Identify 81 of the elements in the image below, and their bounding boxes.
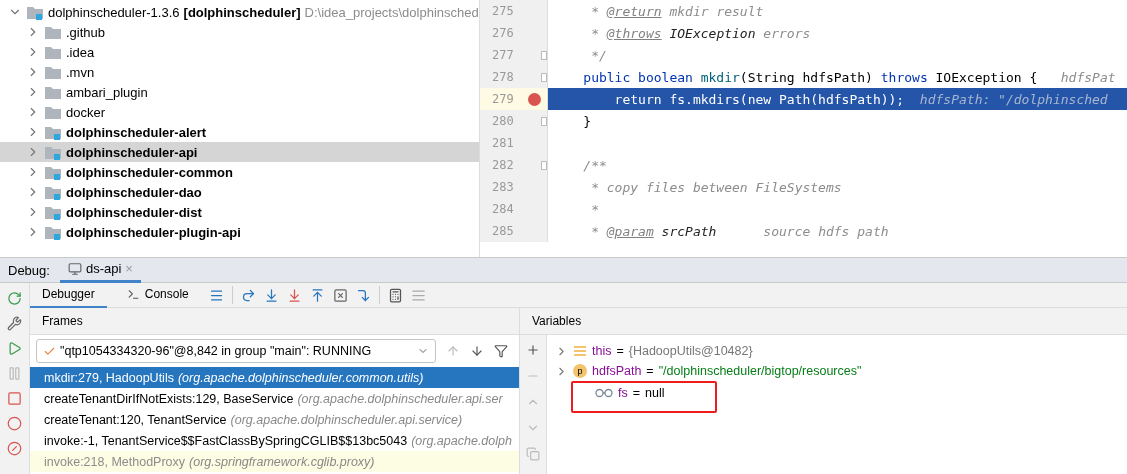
- fold-marker-icon[interactable]: [541, 50, 547, 60]
- debug-label: Debug:: [8, 262, 50, 278]
- filter-icon[interactable]: [494, 344, 508, 358]
- line-number: 280: [492, 114, 514, 128]
- code-line: * @param srcPath source hdfs path: [590, 222, 890, 241]
- tree-item[interactable]: dolphinscheduler-dist: [0, 202, 479, 222]
- breakpoint-icon[interactable]: [528, 92, 541, 106]
- variable-row[interactable]: this = {HadoopUtils@10482}: [551, 341, 753, 361]
- folder-icon: [44, 104, 62, 120]
- code-line: public boolean mkdir(String hdfsPath) throws IOException { hdfsPat: [582, 68, 1117, 87]
- session-icon: [67, 261, 82, 276]
- tree-item[interactable]: dolphinscheduler-alert: [0, 122, 479, 142]
- debugger-tab[interactable]: Console: [114, 282, 201, 308]
- thread-dropdown[interactable]: "qtp1054334320-96"@8,842 in group "main": RUNNING: [36, 339, 436, 363]
- module-folder-icon: [44, 164, 62, 180]
- tree-item[interactable]: dolphinscheduler-common: [0, 162, 479, 182]
- line-number: 277: [492, 48, 514, 62]
- calculator-icon[interactable]: [387, 287, 403, 303]
- folder-icon: [44, 84, 62, 100]
- code-line: }: [582, 112, 593, 131]
- trace-icon[interactable]: [410, 287, 426, 303]
- line-number: 281: [492, 136, 515, 150]
- project-name[interactable]: dolphinscheduler-1.3.6: [48, 4, 180, 20]
- line-number: 278: [492, 70, 514, 84]
- tree-item[interactable]: dolphinscheduler-dao: [0, 182, 479, 202]
- stack-frame[interactable]: invoke:218, MethodProxy (org.springframework.cglib.proxy): [30, 451, 519, 472]
- line-number: 279: [492, 92, 515, 106]
- module-folder-icon: [44, 144, 62, 160]
- run-to-cursor-icon[interactable]: [355, 287, 371, 303]
- code-line: * @throws IOException errors: [590, 24, 812, 43]
- tree-item[interactable]: .github: [0, 22, 479, 42]
- folder-icon: [44, 24, 62, 40]
- tree-item[interactable]: docker: [0, 102, 479, 122]
- folder-icon: [44, 64, 62, 80]
- code-line: */: [590, 46, 608, 65]
- fields-icon: [573, 344, 587, 358]
- stack-frame[interactable]: mkdir:279, HadoopUtils (org.apache.dolphinscheduler.common.utils): [30, 367, 519, 388]
- tree-item[interactable]: .idea: [0, 42, 479, 62]
- line-number: 275: [492, 4, 515, 18]
- resume-icon[interactable]: [7, 341, 22, 356]
- module-folder-icon: [44, 224, 62, 240]
- console-icon: [126, 287, 140, 301]
- line-number: 282: [492, 158, 514, 172]
- variable-row[interactable]: p hdfsPath = "/dolphinscheduler/bigtop/resources": [551, 361, 862, 381]
- variable-row[interactable]: fs = null: [573, 383, 665, 403]
- step-over-icon[interactable]: [240, 287, 256, 303]
- tree-item[interactable]: dolphinscheduler-plugin-api: [0, 222, 479, 242]
- fold-marker-icon[interactable]: [541, 116, 547, 126]
- fold-marker-icon[interactable]: [541, 72, 547, 82]
- line-number: 285: [492, 224, 515, 238]
- line-number: 284: [492, 202, 515, 216]
- variables-header: Variables: [520, 308, 1127, 335]
- parameter-icon: p: [573, 364, 587, 378]
- tree-item[interactable]: dolphinscheduler-api: [0, 142, 479, 162]
- glasses-icon: [595, 388, 613, 398]
- module-folder-icon: [44, 124, 62, 140]
- breakpoints-icon[interactable]: [7, 416, 22, 431]
- frames-header: Frames: [30, 308, 519, 335]
- fold-marker-icon[interactable]: [541, 160, 547, 170]
- module-folder-icon: [26, 4, 44, 20]
- tree-item[interactable]: ambari_plugin: [0, 82, 479, 102]
- add-icon[interactable]: [526, 343, 540, 357]
- line-number: 276: [492, 26, 515, 40]
- code-line: *: [590, 200, 600, 219]
- code-line: * @return mkdir result: [590, 2, 765, 21]
- stop-icon[interactable]: [7, 391, 22, 406]
- folder-icon: [44, 44, 62, 60]
- tree-item[interactable]: .mvn: [0, 62, 479, 82]
- module-folder-icon: [44, 204, 62, 220]
- rerun-icon[interactable]: [7, 291, 22, 306]
- module-folder-icon: [44, 184, 62, 200]
- wrench-icon[interactable]: [7, 316, 22, 331]
- code-line: * copy files between FileSystems: [590, 178, 843, 197]
- mute-breakpoints-icon[interactable]: [7, 441, 22, 456]
- project-path: D:\idea_projects\dolphinsched: [304, 4, 479, 20]
- down-arrow-icon[interactable]: [470, 344, 484, 358]
- line-number: 283: [492, 180, 515, 194]
- code-line: /**: [582, 156, 608, 175]
- module-name: [dolphinscheduler]: [183, 4, 301, 20]
- drop-frame-icon[interactable]: [332, 287, 348, 303]
- layout-icon[interactable]: [208, 287, 224, 303]
